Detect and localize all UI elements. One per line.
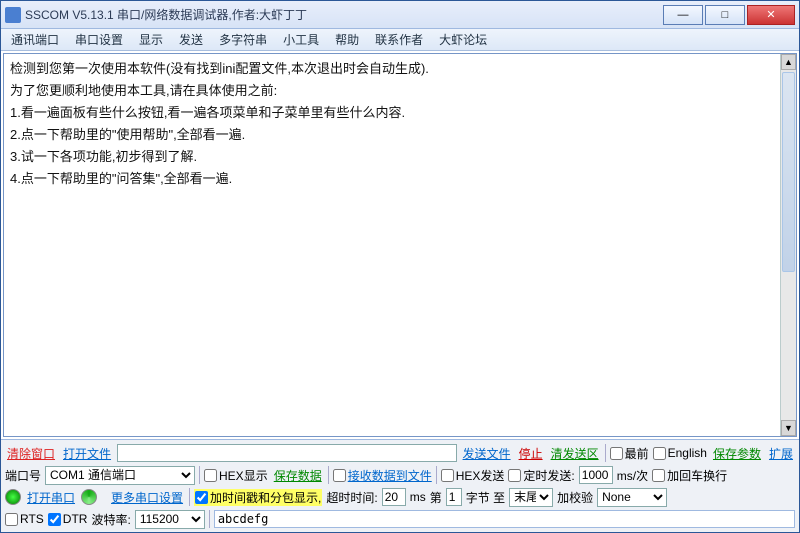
file-path-input[interactable]: [117, 444, 457, 462]
checksum-select[interactable]: None: [597, 488, 667, 507]
frame-end-select[interactable]: 末尾: [509, 488, 553, 507]
title-bar: SSCOM V5.13.1 串口/网络数据调试器,作者:大虾丁丁 — □ ✕: [1, 1, 799, 29]
hex-send-checkbox[interactable]: HEX发送: [441, 467, 505, 484]
separator: [328, 466, 329, 484]
top-checkbox[interactable]: 最前: [610, 445, 649, 462]
scroll-down-icon[interactable]: ▼: [781, 420, 796, 436]
baud-select[interactable]: 115200: [135, 510, 205, 529]
hex-display-checkbox[interactable]: HEX显示: [204, 467, 268, 484]
port-select[interactable]: COM1 通信端口: [45, 466, 195, 485]
timestamp-checkbox[interactable]: 加时间戳和分包显示,: [194, 489, 322, 506]
frame-start-input[interactable]: [446, 488, 462, 506]
timed-send-label: 定时发送:: [523, 467, 574, 484]
timeout-unit: ms: [410, 490, 426, 504]
save-params-button[interactable]: 保存参数: [711, 445, 763, 462]
menu-contact[interactable]: 联系作者: [369, 29, 429, 50]
separator: [209, 510, 210, 528]
scroll-up-icon[interactable]: ▲: [781, 54, 796, 70]
english-label: English: [668, 446, 707, 460]
rts-checkbox[interactable]: RTS: [5, 512, 44, 526]
send-file-button[interactable]: 发送文件: [461, 445, 513, 462]
app-window: SSCOM V5.13.1 串口/网络数据调试器,作者:大虾丁丁 — □ ✕ 通…: [0, 0, 800, 533]
interval-input[interactable]: [579, 466, 613, 484]
dtr-checkbox[interactable]: DTR: [48, 512, 88, 526]
baud-label: 波特率:: [91, 511, 130, 528]
open-file-button[interactable]: 打开文件: [61, 445, 113, 462]
menu-bar: 通讯端口 串口设置 显示 发送 多字符串 小工具 帮助 联系作者 大虾论坛: [1, 29, 799, 51]
menu-send[interactable]: 发送: [173, 29, 209, 50]
recv-to-file-label: 接收数据到文件: [348, 467, 432, 484]
clear-window-button[interactable]: 清除窗口: [5, 445, 57, 462]
timestamp-label: 加时间戳和分包显示,: [210, 489, 321, 506]
menu-multi-string[interactable]: 多字符串: [213, 29, 273, 50]
open-port-button[interactable]: 打开串口: [25, 489, 77, 506]
scrollbar[interactable]: ▲ ▼: [780, 54, 796, 436]
menu-forum[interactable]: 大虾论坛: [433, 29, 493, 50]
frame-label-2: 字节 至: [466, 489, 505, 506]
separator: [605, 444, 606, 462]
timed-send-checkbox[interactable]: 定时发送:: [508, 467, 574, 484]
port-label: 端口号: [5, 467, 41, 484]
hex-display-label: HEX显示: [219, 467, 268, 484]
english-checkbox[interactable]: English: [653, 446, 707, 460]
top-label: 最前: [625, 445, 649, 462]
checksum-label: 加校验: [557, 489, 593, 506]
more-serial-settings-button[interactable]: 更多串口设置: [109, 489, 185, 506]
stop-button[interactable]: 停止: [517, 445, 545, 462]
window-title: SSCOM V5.13.1 串口/网络数据调试器,作者:大虾丁丁: [25, 6, 663, 23]
save-data-button[interactable]: 保存数据: [272, 467, 324, 484]
menu-display[interactable]: 显示: [133, 29, 169, 50]
row3: 打开串口 更多串口设置 加时间戳和分包显示, 超时时间: ms 第 字节 至 末…: [5, 486, 795, 508]
minimize-button[interactable]: —: [663, 5, 703, 25]
separator: [436, 466, 437, 484]
dtr-label: DTR: [63, 512, 88, 526]
separator: [199, 466, 200, 484]
recv-to-file-checkbox[interactable]: 接收数据到文件: [333, 467, 432, 484]
clear-send-button[interactable]: 清发送区: [549, 445, 601, 462]
send-input[interactable]: [214, 510, 795, 528]
maximize-button[interactable]: □: [705, 5, 745, 25]
row2: 端口号 COM1 通信端口 HEX显示 保存数据 接收数据到文件 HEX发送 定…: [5, 464, 795, 486]
row4: RTS DTR 波特率: 115200: [5, 508, 795, 530]
window-controls: — □ ✕: [663, 5, 795, 25]
rts-label: RTS: [20, 512, 44, 526]
app-icon: [5, 7, 21, 23]
expand-button[interactable]: 扩展: [767, 445, 795, 462]
separator: [189, 488, 190, 506]
main-area: 检测到您第一次使用本软件(没有找到ini配置文件,本次退出时会自动生成). 为了…: [3, 53, 797, 437]
menu-tools[interactable]: 小工具: [277, 29, 325, 50]
scroll-thumb[interactable]: [782, 72, 795, 272]
menu-serial-settings[interactable]: 串口设置: [69, 29, 129, 50]
timeout-input[interactable]: [382, 488, 406, 506]
add-cr-checkbox[interactable]: 加回车换行: [652, 467, 727, 484]
control-panel: 清除窗口 打开文件 发送文件 停止 清发送区 最前 English 保存参数 扩…: [1, 439, 799, 532]
menu-help[interactable]: 帮助: [329, 29, 365, 50]
record-icon[interactable]: [5, 489, 21, 505]
frame-label-1: 第: [430, 489, 442, 506]
interval-unit: ms/次: [617, 467, 648, 484]
hex-send-label: HEX发送: [456, 467, 505, 484]
row1: 清除窗口 打开文件 发送文件 停止 清发送区 最前 English 保存参数 扩…: [5, 442, 795, 464]
receive-output[interactable]: 检测到您第一次使用本软件(没有找到ini配置文件,本次退出时会自动生成). 为了…: [4, 54, 780, 436]
close-button[interactable]: ✕: [747, 5, 795, 25]
add-cr-label: 加回车换行: [667, 467, 727, 484]
timeout-label: 超时时间:: [326, 489, 377, 506]
refresh-icon[interactable]: [81, 489, 97, 505]
menu-comm-port[interactable]: 通讯端口: [5, 29, 65, 50]
